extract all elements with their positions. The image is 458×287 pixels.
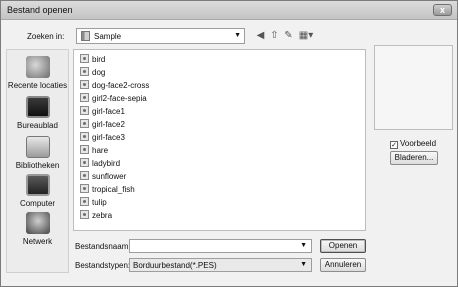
preview-checkbox-label: Voorbeeld xyxy=(400,139,437,148)
image-file-icon xyxy=(80,67,89,76)
file-name: sunflower xyxy=(92,172,127,181)
place-label: Bibliotheken xyxy=(15,161,60,170)
list-item[interactable]: tulip xyxy=(80,197,107,208)
image-file-icon xyxy=(80,145,89,154)
file-name: tropical_fish xyxy=(92,185,135,194)
look-in-dropdown[interactable]: Sample ▼ xyxy=(76,28,245,44)
chevron-down-icon[interactable]: ▼ xyxy=(300,242,307,249)
close-button[interactable]: x xyxy=(433,4,452,16)
filetype-value: Borduurbestand(*.PES) xyxy=(133,261,217,270)
place-label: Computer xyxy=(19,199,56,208)
back-icon[interactable]: ◀ xyxy=(255,30,266,41)
list-item[interactable]: tropical_fish xyxy=(80,184,135,195)
file-list[interactable]: bird dog dog-face2-cross girl2-face-sepi… xyxy=(73,49,366,231)
chevron-down-icon: ▼ xyxy=(234,32,241,39)
image-file-icon xyxy=(80,119,89,128)
title-bar: Bestand openen x xyxy=(1,1,457,20)
desktop-icon xyxy=(25,96,50,118)
filetype-label: Bestandstypen: xyxy=(75,261,131,270)
place-computer[interactable]: Computer xyxy=(7,174,68,208)
up-folder-icon[interactable]: ⇧ xyxy=(269,30,280,41)
place-recent[interactable]: Recente locaties xyxy=(7,56,68,90)
list-item[interactable]: ladybird xyxy=(80,158,120,169)
list-item[interactable]: bird xyxy=(80,54,105,65)
place-libraries[interactable]: Bibliotheken xyxy=(7,136,68,170)
file-name: girl-face1 xyxy=(92,107,125,116)
new-folder-icon[interactable]: ✎ xyxy=(283,30,294,41)
image-file-icon xyxy=(80,197,89,206)
folder-icon xyxy=(81,31,90,41)
look-in-label: Zoeken in: xyxy=(27,32,65,41)
image-file-icon xyxy=(80,171,89,180)
list-item[interactable]: girl2-face-sepia xyxy=(80,93,147,104)
file-name: girl-face2 xyxy=(92,120,125,129)
file-name: dog xyxy=(92,68,106,77)
list-item[interactable]: dog xyxy=(80,67,105,78)
file-name: zebra xyxy=(92,211,113,220)
computer-icon xyxy=(25,174,50,196)
filename-label: Bestandsnaam: xyxy=(75,242,131,251)
list-item[interactable]: hare xyxy=(80,145,108,156)
list-item[interactable]: girl-face3 xyxy=(80,132,125,143)
dialog-title: Bestand openen xyxy=(7,5,73,15)
network-icon xyxy=(25,212,50,234)
list-item[interactable]: girl-face1 xyxy=(80,106,125,117)
cancel-button[interactable]: Annuleren xyxy=(320,258,366,272)
list-item[interactable]: zebra xyxy=(80,210,112,221)
image-file-icon xyxy=(80,80,89,89)
list-item[interactable]: sunflower xyxy=(80,171,126,182)
filetype-dropdown[interactable]: Borduurbestand(*.PES) ▼ xyxy=(129,258,312,272)
filename-input[interactable]: ▼ xyxy=(129,239,312,253)
file-name: hare xyxy=(92,146,109,155)
look-in-value: Sample xyxy=(94,32,122,41)
place-label: Recente locaties xyxy=(7,81,68,90)
list-item[interactable]: dog-face2-cross xyxy=(80,80,149,91)
libraries-icon xyxy=(25,136,50,158)
file-name: dog-face2-cross xyxy=(92,81,150,90)
image-file-icon xyxy=(80,132,89,141)
open-file-dialog: Bestand openen x Zoeken in: Sample ▼ ◀ ⇧… xyxy=(0,0,458,287)
image-file-icon xyxy=(80,93,89,102)
file-name: bird xyxy=(92,55,106,64)
view-menu-icon[interactable]: ▦▾ xyxy=(298,30,314,41)
chevron-down-icon: ▼ xyxy=(300,261,307,268)
places-bar: Recente locaties Bureaublad Bibliotheken… xyxy=(6,49,69,273)
browse-button[interactable]: Bladeren... xyxy=(390,151,438,165)
image-file-icon xyxy=(80,210,89,219)
file-name: girl-face3 xyxy=(92,133,125,142)
image-file-icon xyxy=(80,54,89,63)
list-item[interactable]: girl-face2 xyxy=(80,119,125,130)
place-network[interactable]: Netwerk xyxy=(7,212,68,246)
file-name: tulip xyxy=(92,198,107,207)
preview-checkbox-row[interactable]: ✓ Voorbeeld xyxy=(390,139,436,149)
place-label: Netwerk xyxy=(22,237,53,246)
image-file-icon xyxy=(80,106,89,115)
file-name: ladybird xyxy=(92,159,121,168)
place-desktop[interactable]: Bureaublad xyxy=(7,96,68,130)
image-file-icon xyxy=(80,158,89,167)
image-file-icon xyxy=(80,184,89,193)
preview-checkbox[interactable]: ✓ xyxy=(390,141,398,149)
file-name: girl2-face-sepia xyxy=(92,94,147,103)
recent-places-icon xyxy=(25,56,50,78)
preview-pane xyxy=(374,45,453,130)
place-label: Bureaublad xyxy=(17,121,58,130)
open-button[interactable]: Openen xyxy=(320,239,366,253)
